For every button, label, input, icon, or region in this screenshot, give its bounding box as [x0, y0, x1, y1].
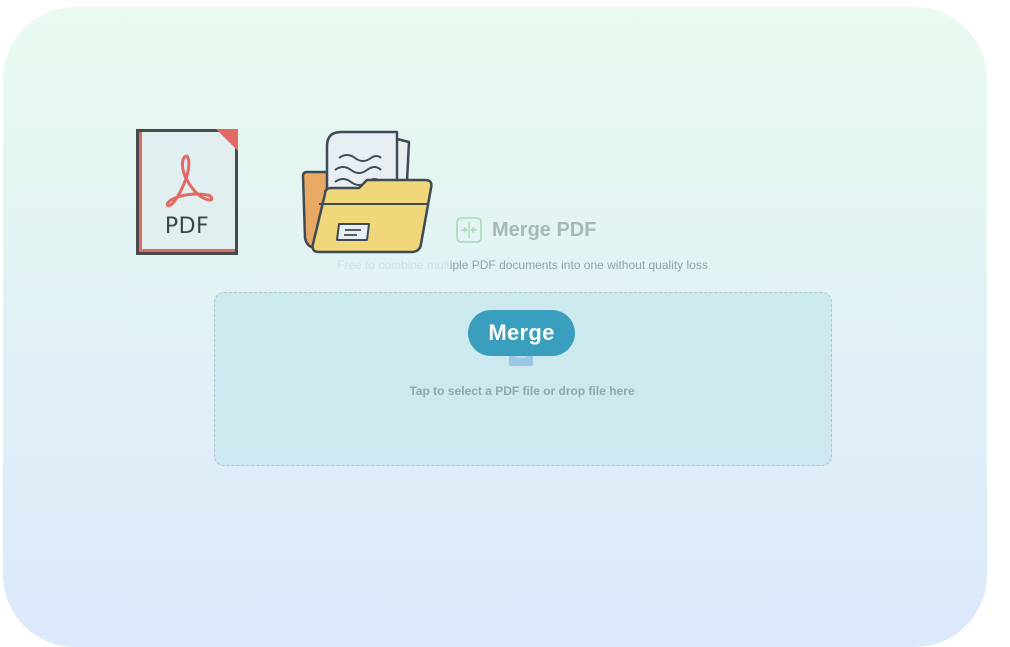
merge-button[interactable]: Merge	[468, 310, 575, 356]
pdf-icon-accent-bottom	[139, 249, 235, 252]
merge-arrows-icon	[456, 217, 482, 243]
subtitle-faded-part: Free to combine mult	[337, 258, 450, 272]
subtitle-text: iple PDF documents into one without qual…	[449, 258, 708, 272]
page-title: Merge PDF	[492, 218, 597, 241]
dropzone-hint: Tap to select a PDF file or drop file he…	[409, 384, 635, 398]
acrobat-logo-icon	[165, 154, 214, 208]
pdf-icon-corner	[216, 129, 238, 151]
page-header: Merge PDF	[456, 214, 596, 246]
folder-documents-icon	[301, 130, 433, 254]
pdf-file-icon: PDF	[136, 129, 238, 255]
pdf-icon-label: PDF	[164, 214, 210, 239]
page-subtitle: Free to combine multiple PDF documents i…	[337, 258, 717, 272]
